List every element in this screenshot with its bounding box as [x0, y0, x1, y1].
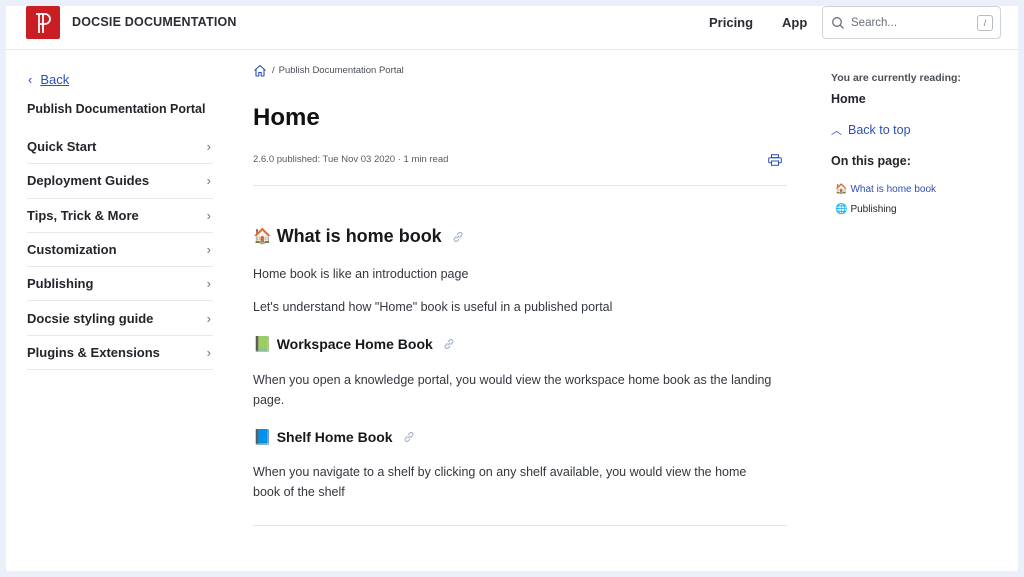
docsie-logo[interactable] — [26, 6, 60, 39]
toc-item-publishing[interactable]: 🌐 Publishing — [835, 204, 897, 215]
sidebar-portal-title: Publish Documentation Portal — [27, 102, 206, 116]
section-heading-workspace-home-book: 📗 Workspace Home Book — [253, 336, 455, 352]
sidebar-item-publishing[interactable]: Publishing › — [27, 267, 213, 302]
back-to-top-link[interactable]: ︿ Back to top — [831, 122, 911, 138]
paragraph: Home book is like an introduction page — [253, 267, 469, 281]
toc-item-label: Publishing — [850, 204, 897, 215]
publish-meta: 2.6.0 published: Tue Nov 03 2020 · 1 min… — [253, 154, 449, 165]
nav-pricing[interactable]: Pricing — [709, 15, 753, 30]
paragraph: When you navigate to a shelf by clicking… — [253, 465, 747, 499]
sidebar-item-label: Docsie styling guide — [27, 310, 154, 326]
paragraph: Let's understand how "Home" book is usef… — [253, 300, 613, 314]
chevron-right-icon: › — [206, 242, 211, 258]
heading-text: Shelf Home Book — [276, 429, 393, 445]
sidebar-item-label: Publishing — [27, 276, 94, 292]
chevron-right-icon: › — [206, 173, 211, 189]
sidebar-nav: Quick Start › Deployment Guides › Tips, … — [27, 130, 213, 371]
search-icon — [832, 16, 844, 29]
chevron-right-icon: › — [206, 344, 211, 360]
section-heading-shelf-home-book: 📘 Shelf Home Book — [253, 429, 415, 445]
anchor-link-icon[interactable] — [403, 431, 415, 443]
sidebar-item-label: Customization — [27, 242, 117, 258]
section-heading-what-is-home-book: 🏠 What is home book — [253, 226, 464, 247]
heading-text: Workspace Home Book — [276, 336, 433, 352]
search-input[interactable] — [851, 16, 971, 29]
sidebar-item-quick-start[interactable]: Quick Start › — [27, 130, 213, 165]
sidebar-item-label: Tips, Trick & More — [27, 207, 139, 223]
back-to-top-label: Back to top — [848, 123, 911, 137]
currently-reading-label: You are currently reading: — [831, 72, 961, 84]
paragraph: When you open a knowledge portal, you wo… — [253, 373, 772, 407]
search-shortcut-key: / — [977, 15, 993, 31]
top-header: DOCSIE DOCUMENTATION Pricing App / — [6, 6, 1018, 50]
blue-book-emoji-icon: 📘 — [253, 428, 272, 446]
sidebar-item-deployment-guides[interactable]: Deployment Guides › — [27, 164, 213, 199]
nav-app[interactable]: App — [782, 15, 807, 30]
sidebar-item-label: Plugins & Extensions — [27, 344, 160, 360]
content-divider — [253, 185, 787, 186]
house-emoji-icon: 🏠 — [835, 184, 848, 195]
globe-emoji-icon: 🌐 — [835, 204, 848, 215]
chevron-right-icon: › — [206, 139, 211, 155]
search-box[interactable]: / — [822, 6, 1001, 39]
chevron-right-icon: › — [206, 310, 211, 326]
sidebar-item-label: Deployment Guides — [27, 173, 150, 189]
content-divider — [253, 525, 787, 526]
logo-mark-icon — [36, 12, 51, 33]
chevron-up-icon: ︿ — [831, 125, 842, 137]
heading-text: What is home book — [276, 226, 442, 246]
currently-reading-value: Home — [831, 92, 866, 106]
breadcrumb-current[interactable]: Publish Documentation Portal — [279, 65, 404, 76]
chevron-right-icon: › — [206, 207, 211, 223]
chevron-right-icon: › — [206, 276, 211, 292]
brand-title[interactable]: DOCSIE DOCUMENTATION — [72, 15, 237, 29]
sidebar-item-label: Quick Start — [27, 139, 97, 155]
breadcrumb: / Publish Documentation Portal — [253, 64, 404, 77]
sidebar-item-tips[interactable]: Tips, Trick & More › — [27, 199, 213, 233]
house-emoji-icon: 🏠 — [253, 228, 272, 245]
back-link-label: Back — [40, 72, 70, 87]
on-this-page-label: On this page: — [831, 154, 911, 168]
sidebar-item-plugins[interactable]: Plugins & Extensions › — [27, 336, 213, 371]
app-window: DOCSIE DOCUMENTATION Pricing App / ‹ Bac… — [6, 6, 1018, 571]
home-icon[interactable] — [253, 64, 267, 77]
anchor-link-icon[interactable] — [452, 231, 464, 243]
green-book-emoji-icon: 📗 — [253, 335, 272, 353]
anchor-link-icon[interactable] — [443, 338, 455, 350]
sidebar-item-styling-guide[interactable]: Docsie styling guide › — [27, 301, 213, 336]
print-icon[interactable] — [768, 154, 782, 166]
toc-item-label: What is home book — [850, 184, 937, 195]
toc-item-what-is-home-book[interactable]: 🏠 What is home book — [835, 184, 936, 195]
back-link[interactable]: ‹ Back — [28, 72, 69, 87]
page-title: Home — [253, 104, 320, 131]
chevron-left-icon: ‹ — [28, 72, 33, 87]
breadcrumb-separator: / — [272, 65, 275, 76]
sidebar-item-customization[interactable]: Customization › — [27, 233, 213, 268]
